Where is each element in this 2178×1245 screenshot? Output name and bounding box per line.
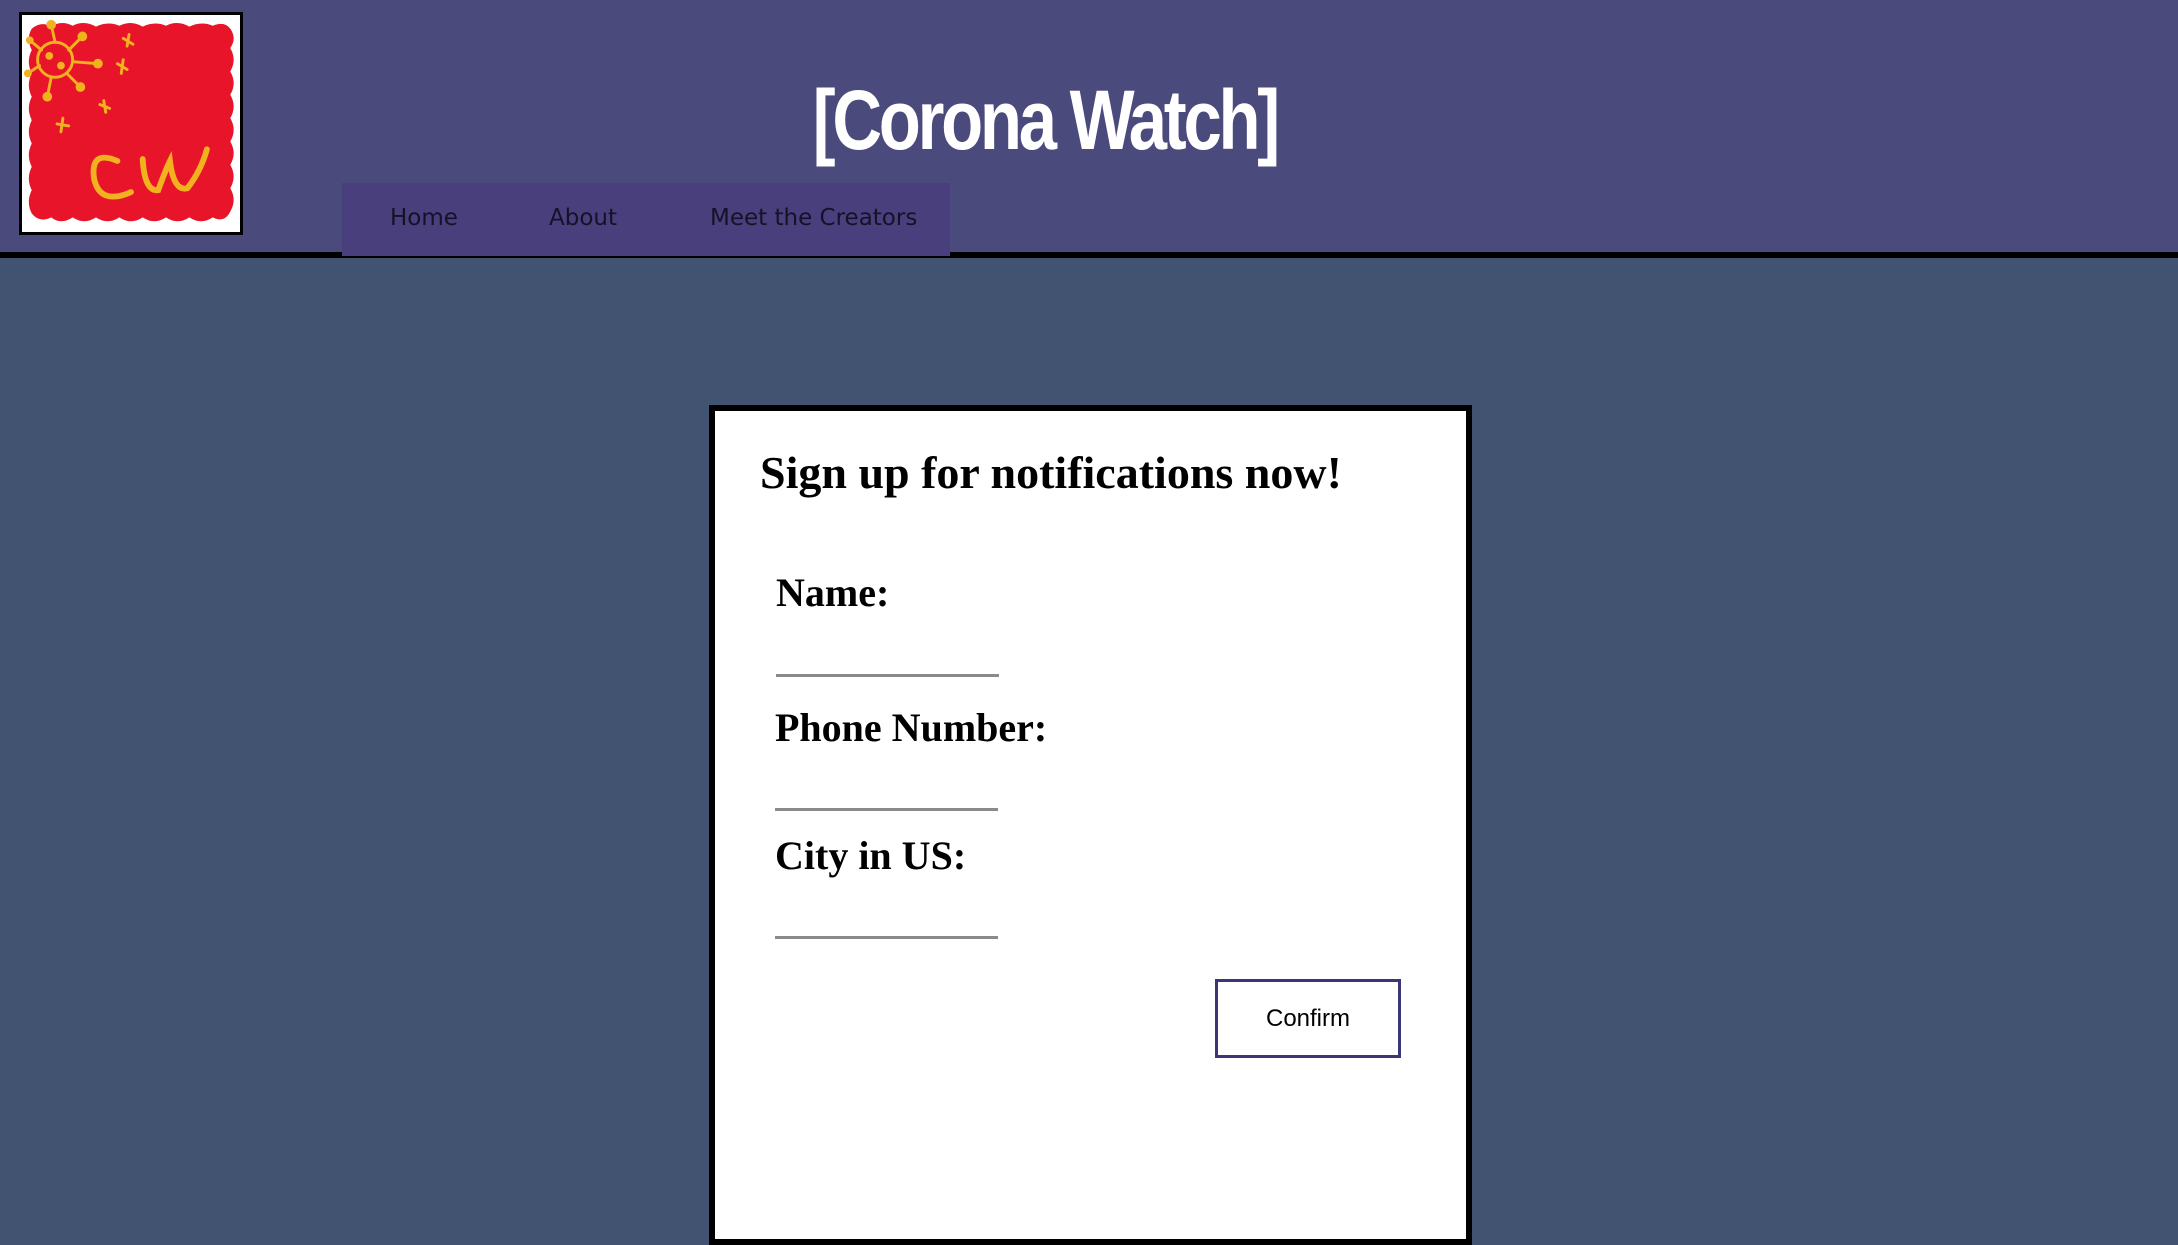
nav-link-about[interactable]: About [549,205,617,231]
form-title: Sign up for notifications now! [760,447,1342,498]
signup-card: Sign up for notifications now! Name: Pho… [709,405,1472,1245]
main-nav: Home About Meet the Creators [342,183,950,256]
nav-link-meet-the-creators[interactable]: Meet the Creators [710,205,917,231]
confirm-button[interactable]: Confirm [1215,979,1401,1058]
site-title: [Corona Watch] [812,73,1281,167]
phone-number-input[interactable] [775,771,998,811]
site-header: [Corona Watch] Home About Meet the Creat… [0,0,2178,258]
city-label: City in US: [775,833,967,878]
phone-number-label: Phone Number: [775,705,1048,750]
city-input[interactable] [775,899,998,939]
nav-link-home[interactable]: Home [390,205,458,231]
name-input[interactable] [776,637,999,677]
name-label: Name: [776,570,890,615]
